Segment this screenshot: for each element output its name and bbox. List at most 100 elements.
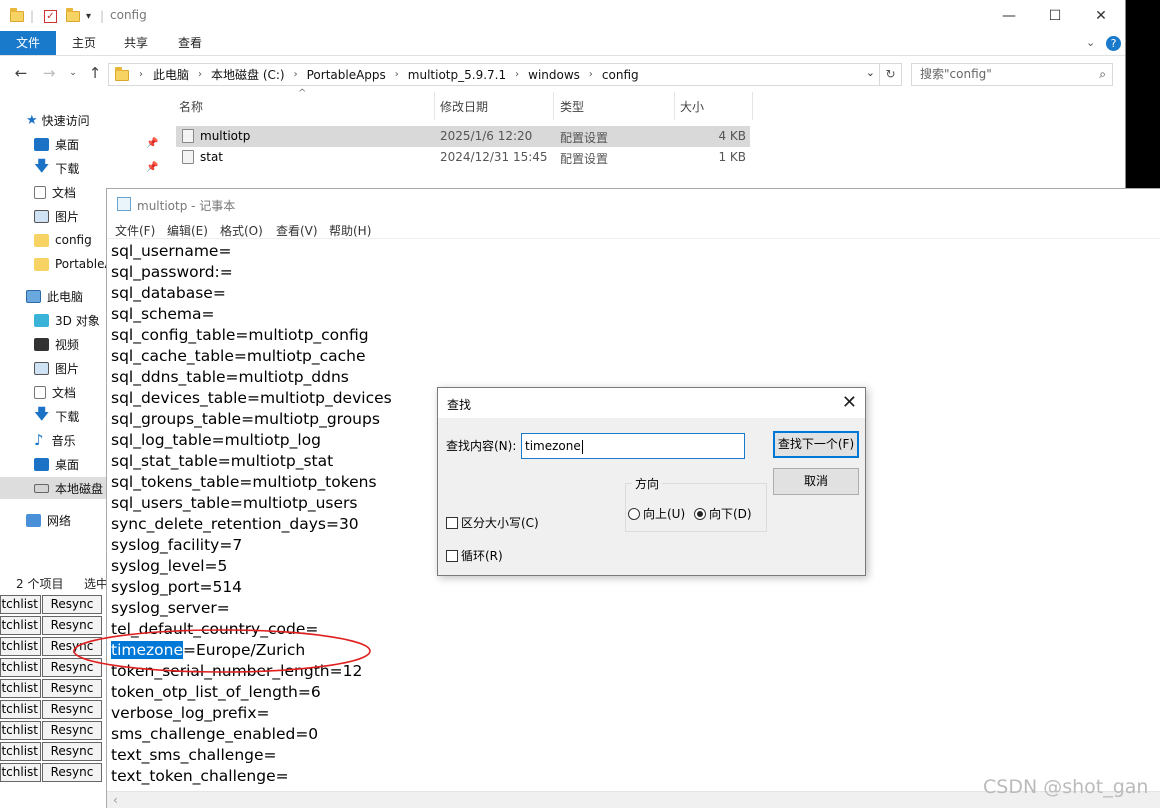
file-name: stat bbox=[200, 150, 224, 164]
resync-button[interactable]: Resync bbox=[42, 742, 102, 761]
watchlist-button[interactable]: tchlist bbox=[0, 679, 41, 698]
menu-format[interactable]: 格式(O) bbox=[220, 222, 263, 239]
cube-icon bbox=[34, 313, 49, 327]
menu-file[interactable]: 文件(F) bbox=[115, 222, 155, 239]
back-icon[interactable]: ← bbox=[12, 64, 30, 82]
find-what-label: 查找内容(N): bbox=[446, 439, 517, 453]
resync-button[interactable]: Resync bbox=[42, 616, 102, 635]
file-row[interactable]: multiotp 2025/1/6 12:20 配置设置 4 KB bbox=[176, 126, 750, 147]
properties-icon[interactable]: ✓ bbox=[44, 6, 57, 26]
scroll-left-icon: ‹ bbox=[113, 793, 118, 807]
resync-button[interactable]: Resync bbox=[42, 700, 102, 719]
nav-quick-access[interactable]: ★ 快速访问 bbox=[26, 109, 90, 131]
nav-item-downloads[interactable]: 🡇 下载 bbox=[34, 157, 79, 179]
chevron-down-icon[interactable]: ▾ bbox=[86, 6, 91, 26]
nav-item-documents[interactable]: 文档 bbox=[34, 181, 76, 203]
nav-item-config[interactable]: config bbox=[34, 229, 92, 251]
file-row[interactable]: stat 2024/12/31 15:45 配置设置 1 KB bbox=[176, 147, 750, 168]
find-next-button[interactable]: 查找下一个(F) bbox=[773, 431, 859, 458]
direction-up-radio[interactable]: 向上(U) bbox=[628, 505, 685, 522]
text-line: token_otp_list_of_length=6 bbox=[111, 683, 321, 701]
menu-help[interactable]: 帮助(H) bbox=[329, 222, 371, 239]
watchlist-button[interactable]: tchlist bbox=[0, 700, 41, 719]
breadcrumb-item[interactable]: 本地磁盘 (C:) bbox=[211, 66, 285, 83]
watchlist-button[interactable]: tchlist bbox=[0, 763, 41, 782]
breadcrumb-item[interactable]: multiotp_5.9.7.1 bbox=[408, 68, 506, 82]
nav-item-portableapps[interactable]: PortableA bbox=[34, 253, 113, 275]
resync-button[interactable]: Resync bbox=[42, 658, 102, 677]
notepad-titlebar: multiotp - 记事本 bbox=[107, 189, 1160, 219]
nav-item-desktop[interactable]: 桌面 bbox=[34, 133, 79, 155]
resync-button[interactable]: Resync bbox=[42, 763, 102, 782]
expand-ribbon-icon[interactable]: ⌄ bbox=[1086, 36, 1095, 49]
forward-icon[interactable]: → bbox=[40, 64, 58, 82]
nav-item-pictures[interactable]: 图片 bbox=[34, 205, 79, 227]
up-icon[interactable]: ↑ bbox=[86, 64, 104, 82]
direction-down-radio[interactable]: 向下(D) bbox=[694, 505, 752, 522]
picture-icon bbox=[34, 209, 49, 223]
address-bar[interactable]: › 此电脑 › 本地磁盘 (C:) › PortableApps › multiotp… bbox=[108, 63, 880, 86]
watchlist-button[interactable]: tchlist bbox=[0, 721, 41, 740]
pin-icon[interactable]: 📌 bbox=[146, 162, 158, 173]
breadcrumb-item[interactable]: config bbox=[602, 68, 639, 82]
column-header-name[interactable]: 名称 bbox=[179, 98, 203, 115]
nav-item-3d-objects[interactable]: 3D 对象 bbox=[34, 309, 100, 331]
maximize-icon[interactable]: ☐ bbox=[1032, 0, 1078, 31]
file-size: 4 KB bbox=[718, 129, 746, 143]
resync-button[interactable]: Resync bbox=[42, 721, 102, 740]
breadcrumb-item[interactable]: windows bbox=[528, 68, 580, 82]
column-header-date[interactable]: 修改日期 bbox=[440, 98, 488, 115]
pin-icon[interactable]: 📌 bbox=[146, 138, 158, 149]
wrap-around-checkbox[interactable]: 循环(R) bbox=[446, 547, 503, 564]
search-input[interactable]: 搜索"config" ⌕ bbox=[911, 63, 1113, 86]
help-icon[interactable]: ? bbox=[1106, 36, 1121, 51]
tab-file[interactable]: 文件 bbox=[0, 31, 56, 55]
nav-item-pictures-pc[interactable]: 图片 bbox=[34, 357, 79, 379]
star-icon: ★ bbox=[26, 112, 38, 128]
watchlist-button[interactable]: tchlist bbox=[0, 616, 41, 635]
desktop-icon bbox=[34, 457, 49, 471]
menu-edit[interactable]: 编辑(E) bbox=[167, 222, 208, 239]
resync-button[interactable]: Resync bbox=[42, 595, 102, 614]
nav-network[interactable]: 网络 bbox=[26, 509, 71, 531]
watchlist-button[interactable]: tchlist bbox=[0, 637, 41, 656]
text-line: verbose_log_prefix= bbox=[111, 704, 270, 722]
document-icon bbox=[34, 385, 46, 399]
column-header-type[interactable]: 类型 bbox=[560, 98, 584, 115]
resync-button[interactable]: Resync bbox=[42, 679, 102, 698]
breadcrumb-item[interactable]: PortableApps bbox=[307, 68, 386, 82]
nav-item-videos[interactable]: 视频 bbox=[34, 333, 79, 355]
minimize-icon[interactable]: — bbox=[986, 0, 1032, 31]
resync-button[interactable]: Resync bbox=[42, 637, 102, 656]
sort-up-icon: ^ bbox=[298, 88, 307, 99]
menu-view[interactable]: 查看(V) bbox=[276, 222, 318, 239]
tab-view[interactable]: 查看 bbox=[162, 31, 218, 55]
close-icon[interactable]: ✕ bbox=[842, 392, 857, 413]
watermark: CSDN @shot_gan bbox=[983, 776, 1149, 798]
match-case-checkbox[interactable]: 区分大小写(C) bbox=[446, 514, 539, 531]
breadcrumb-item[interactable]: 此电脑 bbox=[153, 66, 189, 83]
nav-item-documents-pc[interactable]: 文档 bbox=[34, 381, 76, 403]
nav-this-pc[interactable]: 此电脑 bbox=[26, 285, 83, 307]
watchlist-button[interactable]: tchlist bbox=[0, 595, 41, 614]
nav-item-desktop-pc[interactable]: 桌面 bbox=[34, 453, 79, 475]
new-folder-icon[interactable] bbox=[66, 6, 80, 26]
recent-chevron-icon[interactable]: ⌄ bbox=[64, 68, 82, 78]
nav-item-local-disk[interactable]: 本地磁盘 bbox=[0, 477, 106, 499]
document-icon bbox=[34, 185, 46, 199]
tab-home[interactable]: 主页 bbox=[56, 31, 112, 55]
close-icon[interactable]: ✕ bbox=[1078, 0, 1124, 31]
nav-item-music[interactable]: ♪ 音乐 bbox=[34, 429, 76, 451]
cancel-button[interactable]: 取消 bbox=[773, 468, 859, 495]
watchlist-button[interactable]: tchlist bbox=[0, 742, 41, 761]
resync-row: tchlist Resync bbox=[0, 720, 106, 741]
nav-item-downloads-pc[interactable]: 🡇 下载 bbox=[34, 405, 79, 427]
tab-share[interactable]: 共享 bbox=[108, 31, 164, 55]
find-what-input[interactable]: timezone bbox=[521, 433, 745, 459]
text-line: sql_username= bbox=[111, 242, 232, 260]
column-header-size[interactable]: 大小 bbox=[680, 98, 704, 115]
refresh-icon[interactable]: ↻ bbox=[880, 63, 902, 86]
config-file-icon bbox=[182, 129, 194, 143]
watchlist-button[interactable]: tchlist bbox=[0, 658, 41, 677]
chevron-down-icon[interactable]: ⌄ bbox=[866, 66, 875, 79]
